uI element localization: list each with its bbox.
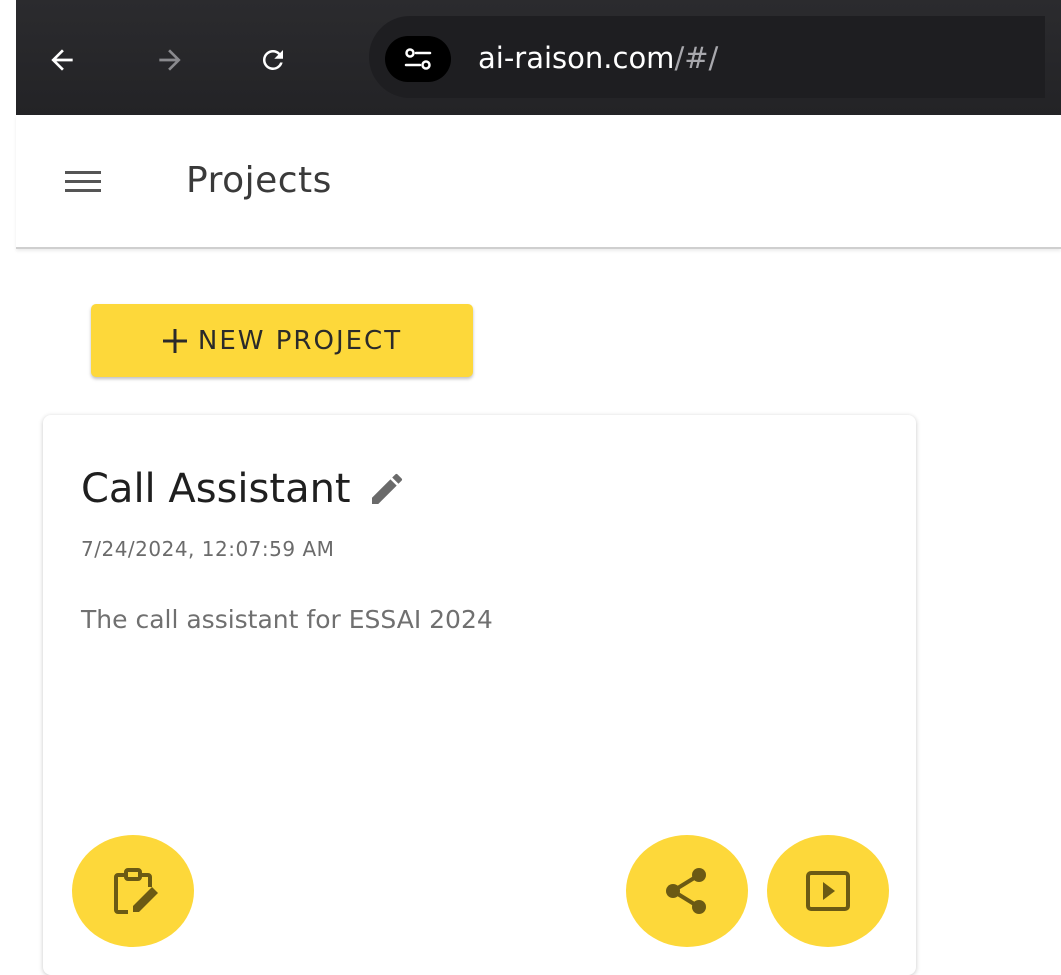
arrow-left-icon bbox=[51, 49, 73, 71]
app-bar: Projects bbox=[16, 115, 1061, 249]
page-title: Projects bbox=[186, 160, 332, 201]
new-project-button[interactable]: NEW PROJECT bbox=[91, 304, 473, 377]
share-project-button[interactable] bbox=[626, 835, 748, 947]
edit-title-button[interactable] bbox=[365, 467, 409, 511]
hamburger-menu-icon bbox=[65, 171, 101, 192]
project-description: The call assistant for ESSAI 2024 bbox=[81, 605, 493, 634]
tune-icon bbox=[404, 48, 432, 70]
reload-icon bbox=[262, 49, 283, 70]
edit-clipboard-icon bbox=[114, 868, 158, 914]
forward-button[interactable] bbox=[152, 42, 188, 78]
url-text[interactable]: ai-raison.com/#/ bbox=[478, 39, 718, 77]
project-card: Call Assistant 7/24/2024, 12:07:59 AM Th… bbox=[43, 415, 916, 975]
share-icon bbox=[666, 868, 706, 914]
pencil-icon bbox=[371, 473, 402, 504]
reload-button[interactable] bbox=[255, 42, 291, 78]
project-title: Call Assistant bbox=[81, 466, 351, 512]
play-icon bbox=[806, 871, 850, 911]
menu-button[interactable] bbox=[61, 163, 105, 199]
new-project-label: NEW PROJECT bbox=[197, 325, 403, 356]
back-button[interactable] bbox=[44, 42, 80, 78]
site-info-button[interactable] bbox=[385, 36, 451, 82]
edit-project-button[interactable] bbox=[72, 835, 194, 947]
run-project-button[interactable] bbox=[767, 835, 889, 947]
plus-icon bbox=[162, 328, 187, 353]
project-title-row: Call Assistant bbox=[81, 465, 409, 513]
url-path: /#/ bbox=[674, 41, 719, 75]
url-host: ai-raison.com bbox=[478, 41, 675, 75]
project-timestamp: 7/24/2024, 12:07:59 AM bbox=[81, 537, 335, 561]
arrow-right-icon bbox=[159, 49, 181, 71]
